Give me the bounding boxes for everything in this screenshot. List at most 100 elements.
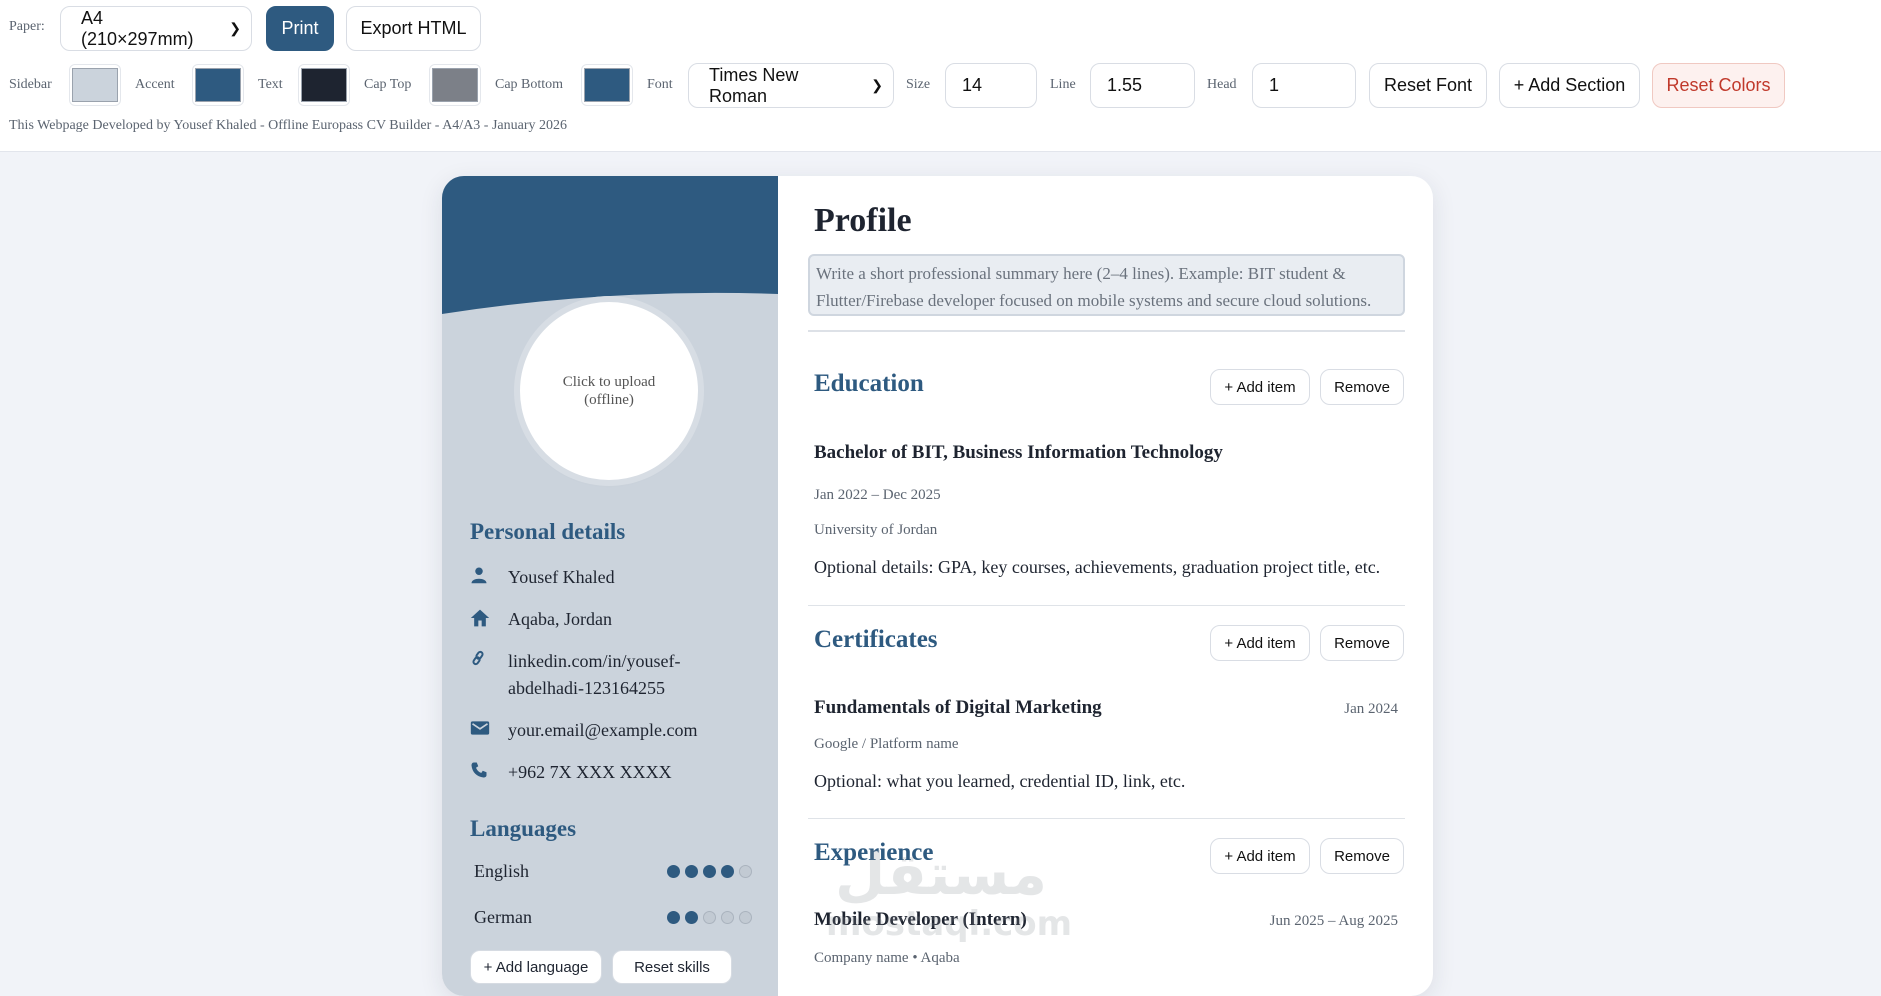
certificates-add-item-button[interactable]: + Add item [1210,625,1310,661]
personal-phone-row: +962 7X XXX XXXX [470,759,760,786]
experience-item-dates[interactable]: Jun 2025 – Aug 2025 [1270,913,1398,930]
sidebar-color-label: Sidebar [9,77,52,92]
language-level-dot[interactable] [667,911,680,924]
paper-select-value: A4 (210×297mm) [81,7,194,49]
language-level-dot[interactable] [703,865,716,878]
divider [808,330,1405,332]
cap-top-color-swatch [432,68,478,102]
cap-top-color-picker[interactable] [429,64,481,106]
certificates-remove-button[interactable]: Remove [1320,625,1404,661]
language-level-dot[interactable] [739,865,752,878]
print-button[interactable]: Print [266,6,334,51]
divider [808,818,1405,819]
font-size-input[interactable]: 14 [945,63,1037,108]
chevron-down-icon: ❯ [871,77,883,93]
language-level-dots[interactable] [667,911,752,924]
text-color-swatch [301,68,347,102]
language-name[interactable]: German [474,907,532,928]
cap-top-color-label: Cap Top [364,77,412,92]
personal-location[interactable]: Aqaba, Jordan [508,606,612,633]
divider [808,605,1405,606]
experience-remove-button[interactable]: Remove [1320,838,1404,874]
chevron-down-icon: ❯ [229,20,241,36]
reset-colors-button[interactable]: Reset Colors [1652,63,1785,108]
paper-select[interactable]: A4 (210×297mm) ❯ [60,6,252,51]
toolbar: Paper: A4 (210×297mm) ❯ Print Export HTM… [0,0,1881,152]
add-language-button[interactable]: + Add language [470,950,602,984]
experience-heading: Experience [814,839,934,866]
paper-label: Paper: [9,19,45,34]
font-label: Font [647,77,673,92]
cv-sidebar: Click to upload (offline) Personal detai… [442,176,778,996]
certificate-item-date[interactable]: Jan 2024 [1344,701,1398,718]
education-remove-button[interactable]: Remove [1320,369,1404,405]
reset-skills-button[interactable]: Reset skills [612,950,732,984]
languages-heading: Languages [470,816,577,841]
cv-main: Profile Write a short professional summa… [778,176,1433,996]
personal-linkedin[interactable]: linkedin.com/in/yousef-abdelhadi-1231642… [508,648,708,702]
cv-page: Click to upload (offline) Personal detai… [442,176,1433,996]
home-icon [470,606,508,633]
education-add-item-button[interactable]: + Add item [1210,369,1310,405]
education-item-desc[interactable]: Optional details: GPA, key courses, achi… [814,557,1380,578]
personal-details-heading: Personal details [470,519,626,544]
certificate-item-org[interactable]: Google / Platform name [814,736,959,753]
language-level-dots[interactable] [667,865,752,878]
experience-item-title[interactable]: Mobile Developer (Intern) [814,909,1027,931]
cap-bottom-color-swatch [584,68,630,102]
accent-color-swatch [195,68,241,102]
experience-add-item-button[interactable]: + Add item [1210,838,1310,874]
language-level-dot[interactable] [685,865,698,878]
language-level-dot[interactable] [667,865,680,878]
education-item-org[interactable]: University of Jordan [814,522,937,539]
language-level-dot[interactable] [721,865,734,878]
education-item-dates[interactable]: Jan 2022 – Dec 2025 [814,487,941,504]
profile-summary-input[interactable]: Write a short professional summary here … [808,254,1405,316]
accent-color-label: Accent [135,77,175,92]
language-level-dot[interactable] [685,911,698,924]
add-section-button[interactable]: + Add Section [1499,63,1640,108]
sidebar-color-swatch [72,68,118,102]
personal-email-row: your.email@example.com [470,717,760,744]
photo-upload-text: Click to upload (offline) [562,374,656,408]
certificate-item-title[interactable]: Fundamentals of Digital Marketing [814,697,1102,719]
language-row-english: English [474,861,752,882]
phone-icon [470,759,508,786]
education-heading: Education [814,370,924,397]
certificate-item-desc[interactable]: Optional: what you learned, credential I… [814,771,1185,792]
experience-item-org[interactable]: Company name • Aqaba [814,950,960,967]
language-level-dot[interactable] [703,911,716,924]
reset-font-button[interactable]: Reset Font [1369,63,1487,108]
heading-scale-input[interactable]: 1 [1252,63,1356,108]
accent-color-picker[interactable] [192,64,244,106]
personal-location-row: Aqaba, Jordan [470,606,760,633]
size-label: Size [906,77,931,92]
text-color-picker[interactable] [298,64,350,106]
language-name[interactable]: English [474,861,529,882]
line-height-input[interactable]: 1.55 [1090,63,1195,108]
personal-phone[interactable]: +962 7X XXX XXXX [508,759,672,786]
personal-linkedin-row: linkedin.com/in/yousef-abdelhadi-1231642… [470,648,760,702]
language-level-dot[interactable] [739,911,752,924]
text-color-label: Text [258,77,283,92]
sidebar-color-picker[interactable] [69,64,121,106]
education-item-title[interactable]: Bachelor of BIT, Business Information Te… [814,442,1223,464]
credit-text: This Webpage Developed by Yousef Khaled … [9,118,568,133]
certificates-heading: Certificates [814,626,938,653]
cap-bottom-color-label: Cap Bottom [495,77,564,92]
photo-upload[interactable]: Click to upload (offline) [520,302,698,480]
line-label: Line [1050,77,1076,92]
sidebar-cap-shape [442,176,778,314]
font-select[interactable]: Times New Roman ❯ [688,63,894,108]
export-html-button[interactable]: Export HTML [346,6,481,51]
personal-email[interactable]: your.email@example.com [508,717,698,744]
cap-bottom-color-picker[interactable] [581,64,633,106]
personal-name[interactable]: Yousef Khaled [508,564,615,591]
mail-icon [470,717,508,744]
language-row-german: German [474,907,752,928]
profile-heading: Profile [814,202,912,239]
font-select-value: Times New Roman [709,64,799,106]
link-icon [470,648,508,702]
language-level-dot[interactable] [721,911,734,924]
personal-name-row: Yousef Khaled [470,564,760,591]
